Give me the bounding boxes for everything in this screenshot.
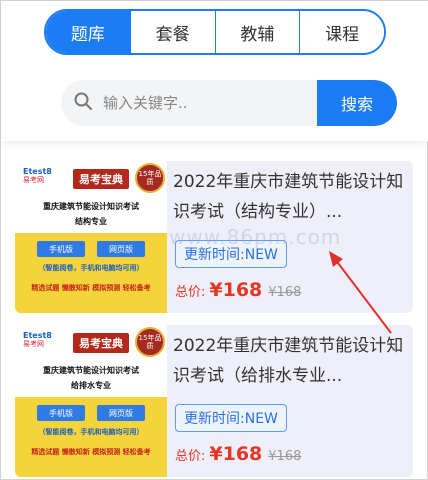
cover-note: （智能阅卷，手机和电脑均可用）: [38, 264, 144, 272]
header: 题库 套餐 教辅 课程 搜索: [1, 1, 428, 141]
price-row: 总价: ¥168 ¥168: [175, 443, 301, 465]
tab-bar: 题库 套餐 教辅 课程: [44, 9, 386, 55]
cover-label: 易考宝典: [73, 169, 129, 189]
cover-mobile-tag: 手机版: [37, 405, 85, 421]
cover-subtitle: 给排水专业: [71, 381, 111, 390]
search-icon: [73, 91, 93, 115]
tab-question-bank[interactable]: 题库: [46, 11, 130, 53]
price: ¥168: [209, 443, 263, 465]
cover-web-tag: 网页版: [97, 241, 145, 257]
cover-brand: Etest8 易考网: [23, 331, 52, 348]
tab-courses[interactable]: 课程: [299, 11, 384, 53]
search-button[interactable]: 搜索: [317, 80, 397, 126]
search-bar: 搜索: [61, 80, 397, 126]
tab-materials[interactable]: 教辅: [214, 11, 300, 53]
search-input[interactable]: [103, 94, 303, 112]
item-title[interactable]: 2022年重庆市建筑节能设计知识考试（给排水专业...: [173, 331, 405, 393]
watermark: www.86pm.com: [169, 225, 342, 249]
cover-footer: 精选试题 懒散知新 模拟预测 轻松备考: [31, 284, 151, 292]
cover-footer: 精选试题 懒散知新 模拟预测 轻松备考: [31, 448, 151, 456]
item-info: 2022年重庆市建筑节能设计知识考试（给排水专业... 更新时间:NEW 总价:…: [173, 325, 407, 477]
price-label: 总价:: [175, 285, 206, 300]
cover-brand: Etest8 易考网: [23, 167, 52, 184]
cover-note: （智能阅卷，手机和电脑均可用）: [38, 428, 144, 436]
quality-badge: 15年品质: [135, 163, 165, 193]
cover-title: 重庆建筑节能设计知识考试: [43, 202, 139, 211]
price-row: 总价: ¥168 ¥168: [175, 279, 301, 301]
quality-badge: 15年品质: [135, 327, 165, 357]
original-price: ¥168: [268, 449, 302, 464]
tab-package[interactable]: 套餐: [129, 11, 215, 53]
annotation-arrow-icon: [329, 251, 392, 334]
price-label: 总价:: [175, 449, 206, 464]
list-item[interactable]: Etest8 易考网 易考宝典 15年品质 重庆建筑节能设计知识考试 给排水专业 …: [15, 325, 413, 477]
item-title[interactable]: 2022年重庆市建筑节能设计知识考试（结构专业）...: [173, 167, 405, 229]
product-cover[interactable]: Etest8 易考网 易考宝典 15年品质 重庆建筑节能设计知识考试 给排水专业 …: [15, 325, 167, 477]
cover-mobile-tag: 手机版: [37, 241, 85, 257]
update-badge: 更新时间:NEW: [175, 404, 287, 432]
original-price: ¥168: [268, 285, 302, 300]
cover-web-tag: 网页版: [97, 405, 145, 421]
cover-label: 易考宝典: [73, 333, 129, 353]
search-field: [61, 80, 317, 126]
price: ¥168: [209, 279, 263, 301]
cover-subtitle: 结构专业: [75, 217, 107, 226]
product-cover[interactable]: Etest8 易考网 易考宝典 15年品质 重庆建筑节能设计知识考试 结构专业 手…: [15, 161, 167, 313]
cover-title: 重庆建筑节能设计知识考试: [43, 366, 139, 375]
